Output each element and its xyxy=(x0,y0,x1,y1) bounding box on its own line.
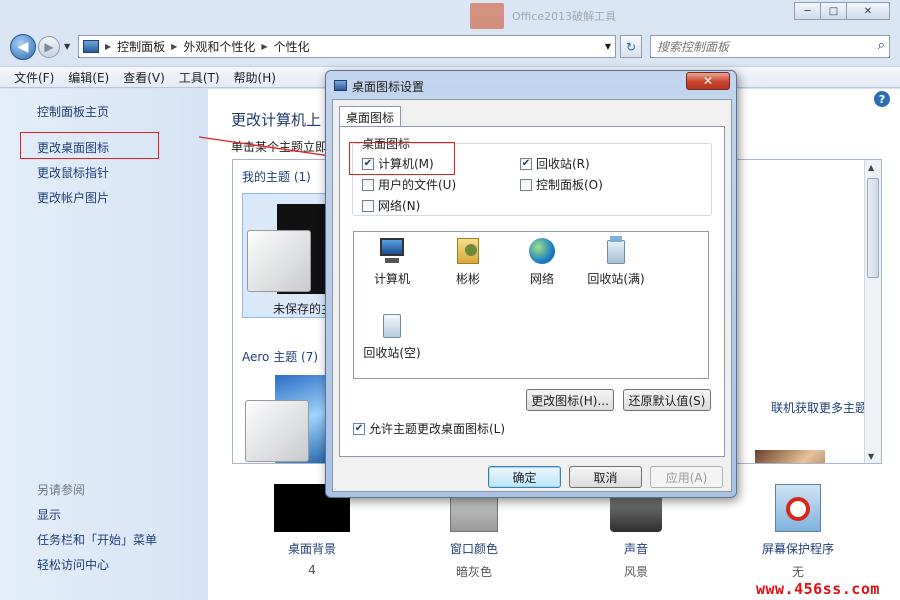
computer-icon xyxy=(377,236,407,266)
icon-item-computer[interactable]: 计算机 xyxy=(352,236,432,287)
checkbox-recycle-bin-label[interactable]: 回收站(R) xyxy=(536,155,590,172)
checkbox-recycle-bin[interactable]: ✔ 回收站(R) xyxy=(520,155,590,172)
icon-item-network[interactable]: 网络 xyxy=(502,236,582,287)
tab-desktop-icons[interactable]: 桌面图标 xyxy=(339,106,402,126)
apply-button[interactable]: 应用(A) xyxy=(650,466,723,488)
icon-item-recycle-bin-empty[interactable]: 回收站(空) xyxy=(352,310,432,361)
control-panel-window: Office2013破解工具 ─ □ ✕ ◀ ▶ ▼ ▶ 控制面板 ▶ 外观和个… xyxy=(0,0,900,600)
icon-item-user-files-label: 彬彬 xyxy=(455,272,480,286)
checkbox-allow-themes-box[interactable]: ✔ xyxy=(353,422,365,435)
checkbox-control-panel-box[interactable] xyxy=(520,178,532,191)
checkbox-control-panel[interactable]: 控制面板(O) xyxy=(520,176,603,193)
checkbox-allow-themes[interactable]: ✔ 允许主题更改桌面图标(L) xyxy=(353,420,505,437)
site-watermark: www.456ss.com xyxy=(756,580,880,598)
checkbox-user-files-box[interactable] xyxy=(362,178,374,191)
close-icon: ✕ xyxy=(702,74,714,88)
recycle-bin-empty-icon xyxy=(377,310,407,340)
desktop-icon-list[interactable]: 计算机 彬彬 网络 回收站(满) 回收站(空) xyxy=(353,231,709,379)
checkbox-allow-themes-label[interactable]: 允许主题更改桌面图标(L) xyxy=(369,420,505,437)
checkbox-recycle-bin-box[interactable]: ✔ xyxy=(520,157,532,170)
ok-button[interactable]: 确定 xyxy=(488,466,561,488)
dialog-body: 桌面图标 桌面图标 ✔ 计算机(M) ✔ 回收站(R) 用户的文件(U) 控制面… xyxy=(332,99,732,492)
checkbox-network[interactable]: 网络(N) xyxy=(362,197,420,214)
checkbox-control-panel-label[interactable]: 控制面板(O) xyxy=(536,176,603,193)
annotation-highlight-box xyxy=(349,142,455,175)
icon-item-recycle-bin-full[interactable]: 回收站(满) xyxy=(576,236,656,287)
dialog-icon xyxy=(334,80,347,91)
network-globe-icon xyxy=(527,236,557,266)
checkbox-user-files-label[interactable]: 用户的文件(U) xyxy=(378,176,456,193)
checkbox-network-box[interactable] xyxy=(362,199,374,212)
user-folder-icon xyxy=(453,236,483,266)
dialog-title: 桌面图标设置 xyxy=(352,80,425,94)
checkbox-network-label[interactable]: 网络(N) xyxy=(378,197,420,214)
checkbox-user-files[interactable]: 用户的文件(U) xyxy=(362,176,456,193)
dialog-close-button[interactable]: ✕ xyxy=(686,72,730,90)
icon-item-user-files[interactable]: 彬彬 xyxy=(428,236,508,287)
icon-item-computer-label: 计算机 xyxy=(373,272,410,286)
icon-item-recycle-bin-empty-label: 回收站(空) xyxy=(363,346,421,360)
recycle-bin-full-icon xyxy=(601,236,631,266)
icon-item-network-label: 网络 xyxy=(529,272,554,286)
restore-default-button[interactable]: 还原默认值(S) xyxy=(623,389,711,411)
cancel-button[interactable]: 取消 xyxy=(569,466,642,488)
change-icon-button[interactable]: 更改图标(H)... xyxy=(526,389,614,411)
desktop-icon-settings-dialog: 桌面图标设置 ✕ 桌面图标 桌面图标 ✔ 计算机(M) ✔ 回收站(R) 用户的… xyxy=(325,70,737,498)
icon-item-recycle-bin-full-label: 回收站(满) xyxy=(587,272,645,286)
